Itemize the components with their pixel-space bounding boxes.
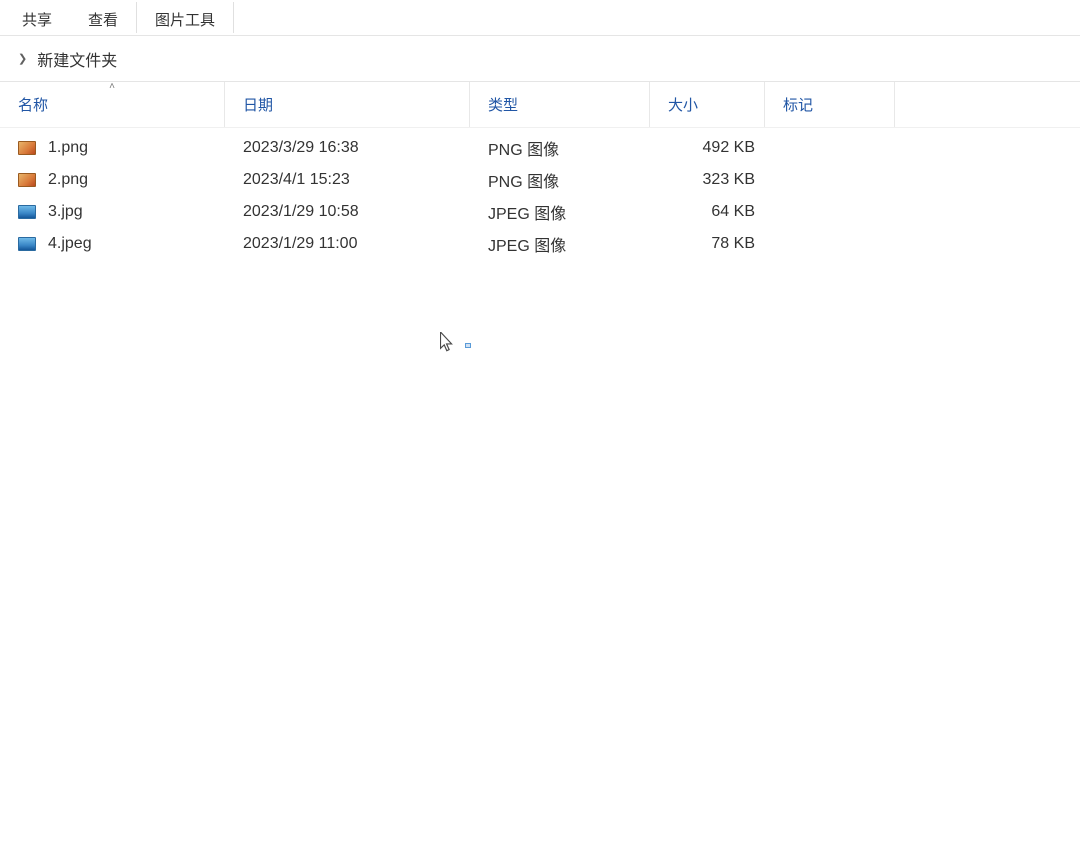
file-name: 2.png bbox=[48, 171, 88, 189]
column-header-label: 日期 bbox=[243, 94, 273, 115]
sort-ascending-icon: ˄ bbox=[109, 82, 115, 92]
column-header-name[interactable]: ˄ 名称 bbox=[0, 82, 225, 127]
ribbon-tab-picture-tools[interactable]: 图片工具 bbox=[137, 0, 233, 35]
file-cell-date: 2023/3/29 16:38 bbox=[225, 139, 470, 157]
mouse-cursor-icon bbox=[440, 332, 455, 353]
file-cell-type: JPEG 图像 bbox=[470, 232, 650, 256]
column-header-size[interactable]: 大小 bbox=[650, 82, 765, 127]
breadcrumb[interactable]: ❯ 新建文件夹 bbox=[0, 36, 1080, 82]
ribbon: 共享 查看 图片工具 bbox=[0, 0, 1080, 36]
file-row[interactable]: 2.png 2023/4/1 15:23PNG 图像323 KB bbox=[0, 164, 1080, 196]
file-cell-date: 2023/1/29 10:58 bbox=[225, 203, 470, 221]
column-header-label: 名称 bbox=[18, 94, 48, 115]
png-file-icon bbox=[18, 173, 36, 187]
column-header-date[interactable]: 日期 bbox=[225, 82, 470, 127]
ribbon-tab-view[interactable]: 查看 bbox=[70, 0, 136, 35]
ribbon-tab-share[interactable]: 共享 bbox=[4, 0, 70, 35]
file-cell-name[interactable]: 3.jpg bbox=[0, 203, 225, 221]
column-header-tag[interactable]: 标记 bbox=[765, 82, 895, 127]
file-row[interactable]: 4.jpeg 2023/1/29 11:00JPEG 图像78 KB bbox=[0, 228, 1080, 260]
column-headers: ˄ 名称 日期 类型 大小 标记 bbox=[0, 82, 1080, 128]
breadcrumb-folder[interactable]: 新建文件夹 bbox=[37, 47, 117, 71]
file-cell-type: PNG 图像 bbox=[470, 136, 650, 160]
file-cell-name[interactable]: 4.jpeg bbox=[0, 235, 225, 253]
file-cell-type: JPEG 图像 bbox=[470, 200, 650, 224]
file-cell-size: 492 KB bbox=[650, 139, 765, 157]
file-cell-size: 78 KB bbox=[650, 235, 765, 253]
file-cell-type: PNG 图像 bbox=[470, 168, 650, 192]
file-name: 4.jpeg bbox=[48, 235, 92, 253]
chevron-right-icon: ❯ bbox=[18, 52, 27, 65]
column-header-label: 大小 bbox=[668, 94, 698, 115]
jpg-file-icon bbox=[18, 237, 36, 251]
file-cell-date: 2023/4/1 15:23 bbox=[225, 171, 470, 189]
file-cell-date: 2023/1/29 11:00 bbox=[225, 235, 470, 253]
file-name: 1.png bbox=[48, 139, 88, 157]
jpg-file-icon bbox=[18, 205, 36, 219]
column-header-type[interactable]: 类型 bbox=[470, 82, 650, 127]
file-cell-size: 64 KB bbox=[650, 203, 765, 221]
file-list[interactable]: 1.png 2023/3/29 16:38PNG 图像492 KB 2.png 202… bbox=[0, 128, 1080, 260]
file-cell-size: 323 KB bbox=[650, 171, 765, 189]
file-cell-name[interactable]: 1.png bbox=[0, 139, 225, 157]
column-header-label: 标记 bbox=[783, 94, 813, 115]
file-row[interactable]: 1.png 2023/3/29 16:38PNG 图像492 KB bbox=[0, 132, 1080, 164]
file-row[interactable]: 3.jpg 2023/1/29 10:58JPEG 图像64 KB bbox=[0, 196, 1080, 228]
file-cell-name[interactable]: 2.png bbox=[0, 171, 225, 189]
ribbon-separator bbox=[233, 2, 234, 33]
column-header-label: 类型 bbox=[488, 94, 518, 115]
selection-marquee bbox=[465, 343, 471, 348]
png-file-icon bbox=[18, 141, 36, 155]
file-name: 3.jpg bbox=[48, 203, 83, 221]
